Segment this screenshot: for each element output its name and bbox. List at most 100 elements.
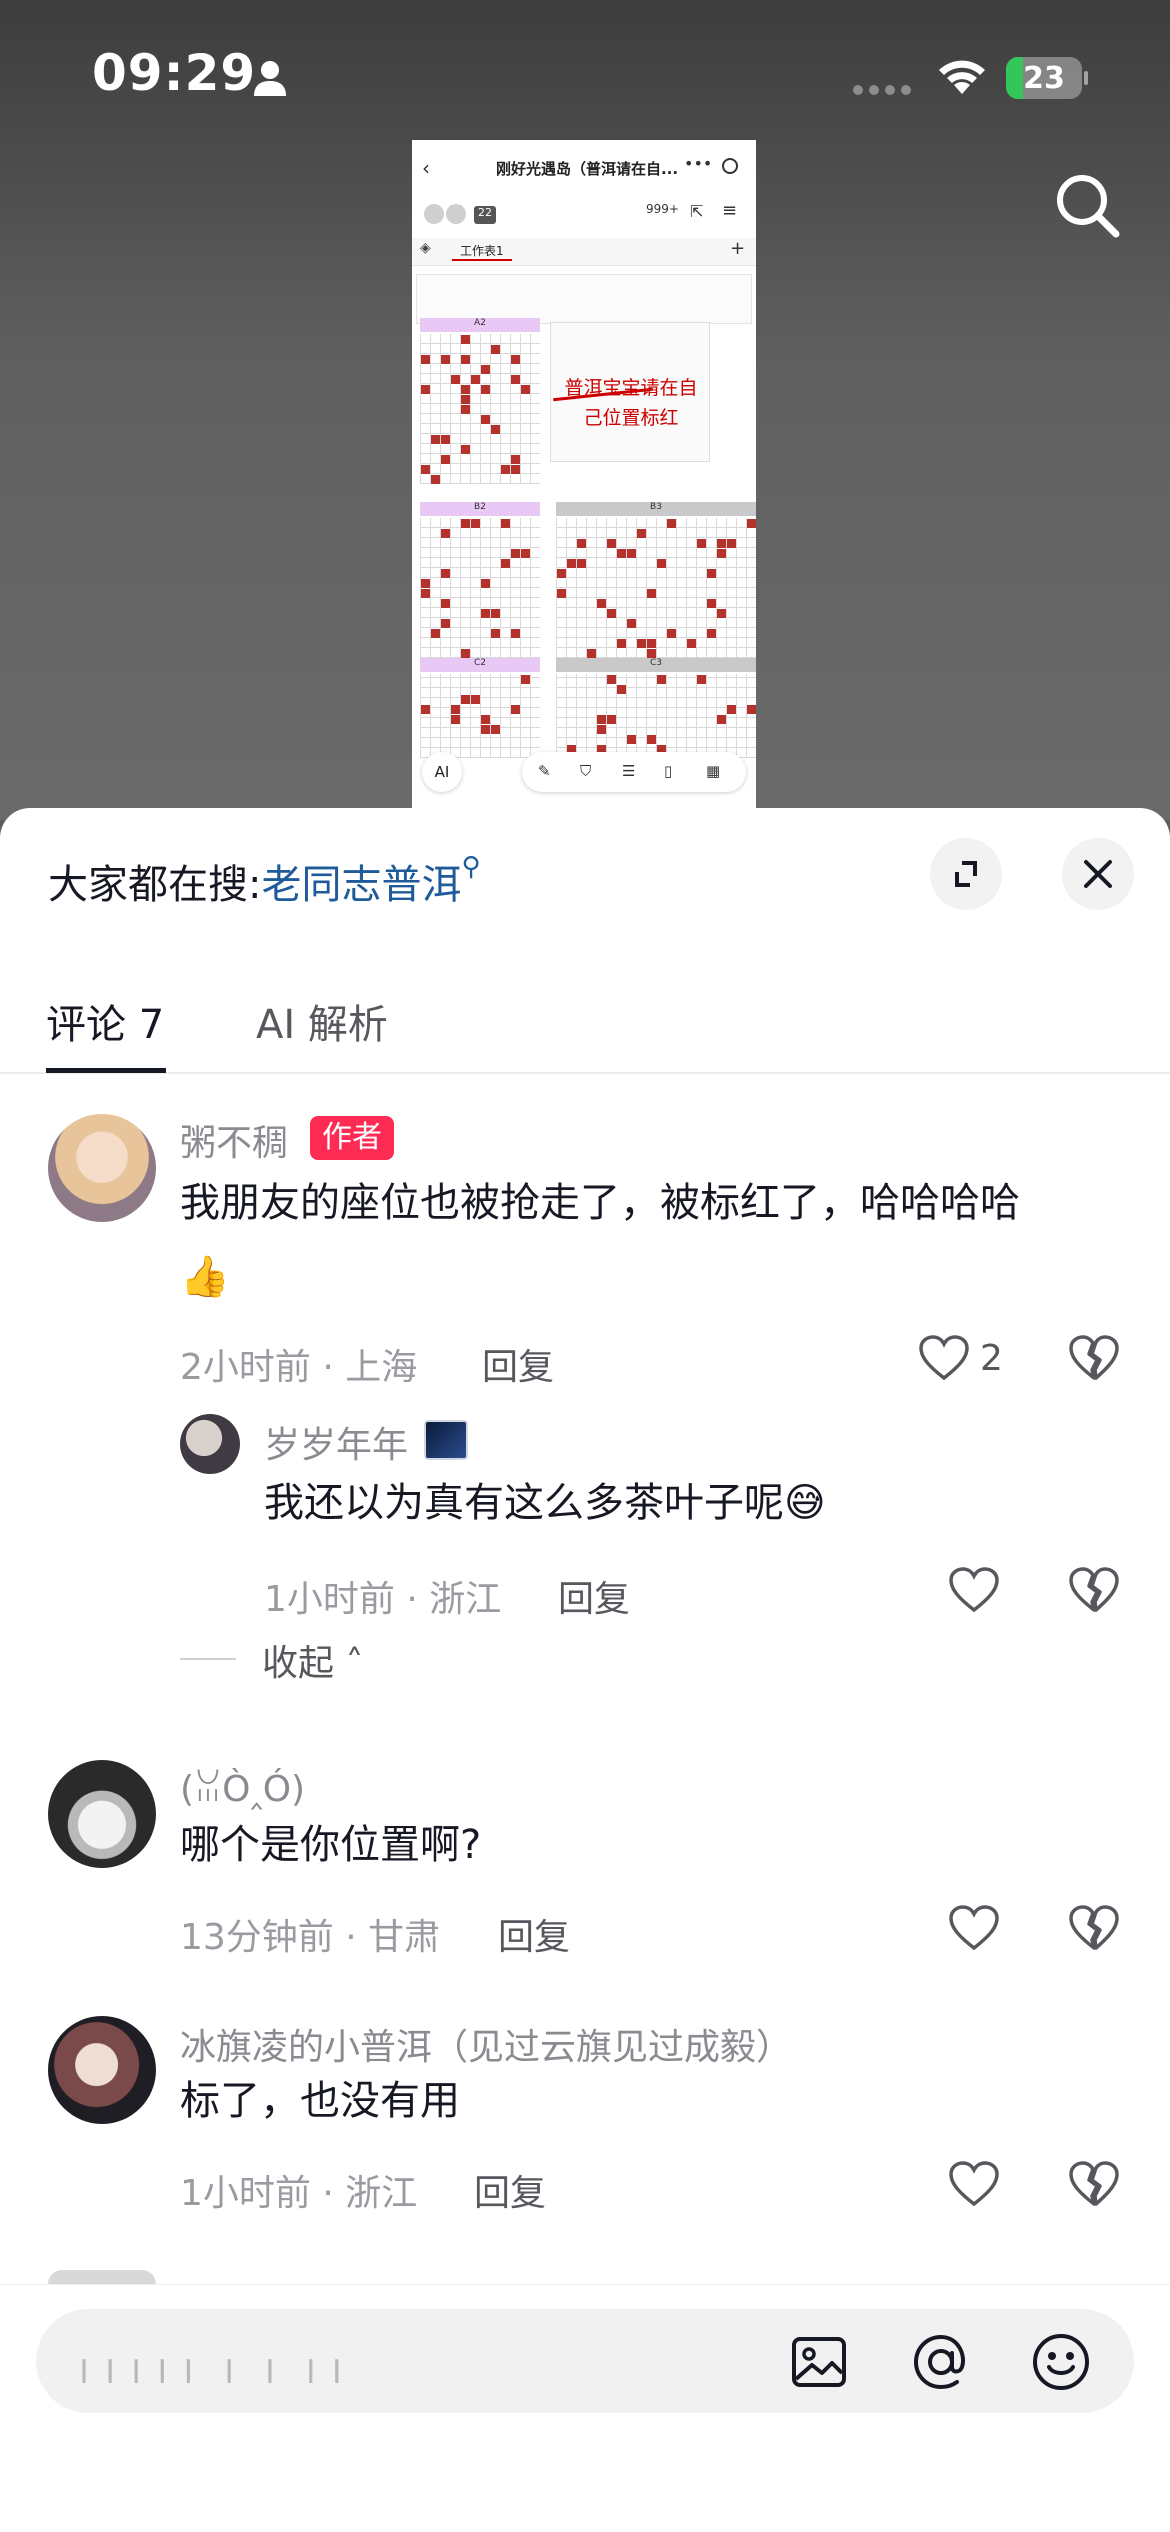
marked-seat <box>451 715 460 724</box>
broken-heart-icon[interactable] <box>1068 1566 1120 1614</box>
menu-icon: ≡ <box>722 200 738 221</box>
heart-icon[interactable] <box>948 2160 1000 2208</box>
marked-seat <box>481 365 490 374</box>
target-icon <box>722 158 738 174</box>
preview-sheet-tabs: ◈ 工作表1 + <box>412 238 756 266</box>
marked-seat <box>461 385 470 394</box>
reply-avatar[interactable] <box>180 1414 240 1474</box>
comment-text: 我朋友的座位也被抢走了，被标红了，哈哈哈哈 <box>180 1180 1020 1226</box>
marked-seat <box>421 355 430 364</box>
marked-seat <box>511 465 520 474</box>
chevron-up-icon: ˄ <box>334 1643 364 1684</box>
marked-seat <box>587 649 596 658</box>
marked-seat <box>521 385 530 394</box>
broken-heart-icon[interactable] <box>1068 2160 1120 2208</box>
preview-toolbar: 22 999+ ⇱ ≡ <box>412 198 756 238</box>
search-icon[interactable] <box>1052 170 1122 240</box>
comment-username[interactable]: 冰旗凌的小普洱（见过云旗见过成毅） <box>180 2018 792 2070</box>
marked-seat <box>597 599 606 608</box>
preview-count-badge: 22 <box>474 206 496 224</box>
marked-seat <box>607 715 616 724</box>
marked-seat <box>717 549 726 558</box>
heart-icon[interactable] <box>948 1904 1000 1952</box>
comment-username[interactable]: 粥不稠 <box>180 1114 288 1166</box>
marked-seat <box>461 405 470 414</box>
preview-header-cell <box>416 274 752 324</box>
avatar <box>48 2270 156 2284</box>
marked-seat <box>607 539 616 548</box>
marked-seat <box>461 395 470 404</box>
preview-toolbar-icons: ✎ ⛉ ☰ ▯ ▦ <box>522 752 746 792</box>
marked-seat <box>727 705 736 714</box>
comment-input-bar: ╷╷╷╷╷ ╷ ╷ ╷╷ <box>0 2284 1170 2532</box>
expand-icon <box>955 861 977 887</box>
comment-input[interactable]: ╷╷╷╷╷ ╷ ╷ ╷╷ <box>36 2309 1134 2413</box>
marked-seat <box>511 375 520 384</box>
video-preview[interactable]: ‹ 刚好光遇岛（普洱请在自... ••• 22 999+ ⇱ ≡ ◈ 工作表1 … <box>412 140 756 810</box>
marked-seat <box>511 629 520 638</box>
marked-seat <box>627 549 636 558</box>
reply-button[interactable]: 回复 <box>474 2164 546 2216</box>
marked-seat <box>747 705 756 714</box>
marked-seat <box>607 609 616 618</box>
marked-seat <box>577 539 586 548</box>
preview-bottom-bar: AI ✎ ⛉ ☰ ▯ ▦ <box>412 744 756 800</box>
marked-seat <box>461 355 470 364</box>
marked-seat <box>717 539 726 548</box>
search-suggestion[interactable]: 大家都在搜:老同志普洱⚲ <box>48 852 481 910</box>
avatar[interactable] <box>48 1114 156 1222</box>
marked-seat <box>647 649 656 658</box>
reply-username[interactable]: 岁岁年年 <box>264 1416 408 1468</box>
comment-tabs: 评论 7 AI 解析 <box>0 958 1170 1074</box>
marked-seat <box>431 435 440 444</box>
at-icon[interactable] <box>910 2331 972 2393</box>
marked-seat <box>471 519 480 528</box>
reply-button[interactable]: 回复 <box>498 1908 570 1960</box>
marked-seat <box>451 705 460 714</box>
marked-seat <box>627 619 636 628</box>
preview-title-bar: ‹ 刚好光遇岛（普洱请在自... ••• <box>412 140 756 198</box>
tab-comments[interactable]: 评论 7 <box>46 992 164 1050</box>
heart-icon[interactable] <box>948 1566 1000 1614</box>
comment-meta: 2小时前 · 上海 <box>180 1347 418 1388</box>
marked-seat <box>597 725 606 734</box>
marked-seat <box>441 355 450 364</box>
close-button[interactable] <box>1062 838 1134 910</box>
marked-seat <box>441 569 450 578</box>
preview-avatar <box>446 204 466 224</box>
block-label: C3 <box>556 658 756 672</box>
image-icon[interactable] <box>790 2333 848 2391</box>
marked-seat <box>697 539 706 548</box>
comment-username[interactable]: (ꈍÒ‸Ó) <box>180 1762 305 1810</box>
tab-ai-analysis[interactable]: AI 解析 <box>256 992 388 1050</box>
pen-icon: ✎ <box>538 762 551 780</box>
marked-seat <box>511 355 520 364</box>
comment-input-placeholder: ╷╷╷╷╷ ╷ ╷ ╷╷ <box>72 2337 351 2383</box>
expand-button[interactable] <box>930 838 1002 910</box>
reply-button[interactable]: 回复 <box>482 1338 554 1390</box>
search-small-icon: ⚲ <box>461 852 481 882</box>
heart-icon[interactable] <box>918 1334 970 1382</box>
avatar[interactable] <box>48 2016 156 2124</box>
comment-item: 粥不稠 作者 我朋友的座位也被抢走了，被标红了，哈哈哈哈 👍 2小时前 · 上海… <box>0 1070 1170 1630</box>
marked-seat <box>441 619 450 628</box>
marked-seat <box>511 455 520 464</box>
marked-seat <box>697 675 706 684</box>
collapse-replies-button[interactable]: 收起 ˄ <box>262 1634 363 1686</box>
marked-seat <box>431 629 440 638</box>
marked-seat <box>511 705 520 714</box>
block-label: B2 <box>420 502 540 516</box>
broken-heart-icon[interactable] <box>1068 1904 1120 1952</box>
emoji-icon[interactable] <box>1030 2331 1092 2393</box>
video-background: 09:29 23 ‹ 刚好光遇岛（普洱请在自... ••• 22 999+ ⇱ … <box>0 0 1170 820</box>
avatar[interactable] <box>48 1760 156 1868</box>
marked-seat <box>451 375 460 384</box>
marked-seat <box>627 735 636 744</box>
marked-seat <box>491 345 500 354</box>
broken-heart-icon[interactable] <box>1068 1334 1120 1382</box>
reply-button[interactable]: 回复 <box>558 1570 630 1622</box>
marked-seat <box>421 465 430 474</box>
marked-seat <box>421 385 430 394</box>
marked-seat <box>461 335 470 344</box>
search-hint-keyword[interactable]: 老同志普洱 <box>261 862 461 908</box>
